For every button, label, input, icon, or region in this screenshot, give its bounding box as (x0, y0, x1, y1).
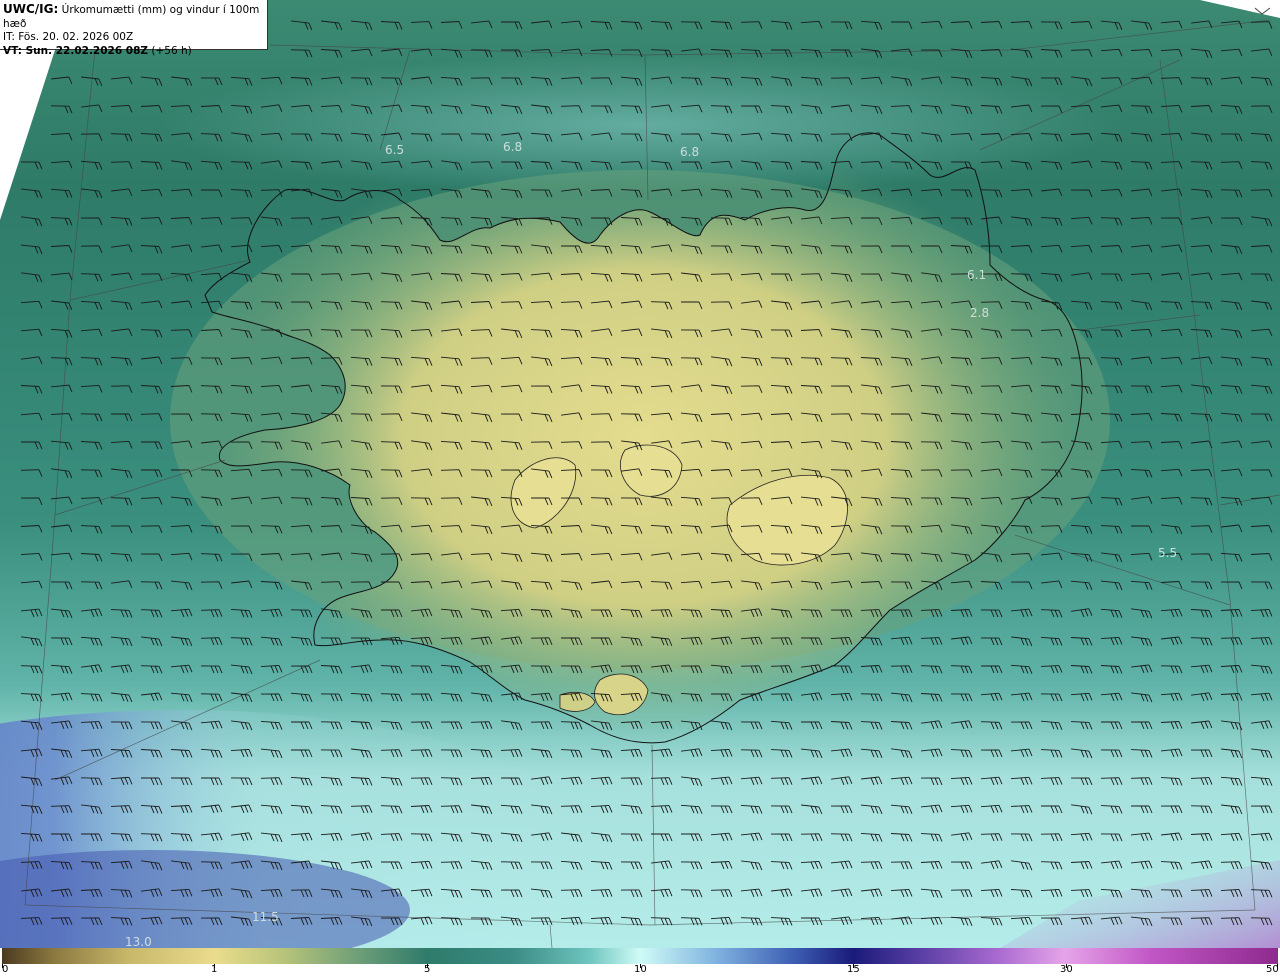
precipitation-map[interactable] (0, 0, 1280, 948)
value-label: 6.1 (967, 268, 987, 282)
value-label: 5.5 (1158, 546, 1178, 560)
colorbar-tick-label: 1 (211, 964, 218, 975)
colorbar-gradient (2, 948, 1278, 964)
colorbar-tick-label: 50 (1266, 964, 1279, 975)
map-info-box: UWC/IG: Úrkomumætti (mm) og vindur í 100… (0, 0, 268, 57)
init-time: IT: Fös. 20. 02. 2026 00Z (3, 31, 134, 43)
model-name: UWC/IG: (3, 2, 59, 16)
colorbar: 0 1 5 10 15 30 50 (0, 948, 1280, 978)
value-label: 6.8 (503, 140, 523, 154)
colorbar-tick-label: 0 (2, 964, 9, 975)
colorbar-tick-label: 10 (634, 964, 647, 975)
value-label: 11.5 (252, 910, 279, 924)
value-label: 6.8 (680, 145, 700, 159)
value-label: 13.0 (125, 935, 152, 948)
colorbar-tick-label: 5 (424, 964, 431, 975)
value-label: 6.5 (385, 143, 405, 157)
colorbar-tick-label: 30 (1060, 964, 1073, 975)
colorbar-tick-label: 15 (847, 964, 860, 975)
valid-time: VT: Sun. 22.02.2026 08Z (3, 44, 149, 57)
map-area[interactable]: 6.5 6.8 6.8 6.1 2.8 5.5 11.5 13.0 UWC/IG… (0, 0, 1280, 948)
valid-time-offset: (+56 h) (148, 44, 192, 57)
value-label: 2.8 (970, 306, 990, 320)
